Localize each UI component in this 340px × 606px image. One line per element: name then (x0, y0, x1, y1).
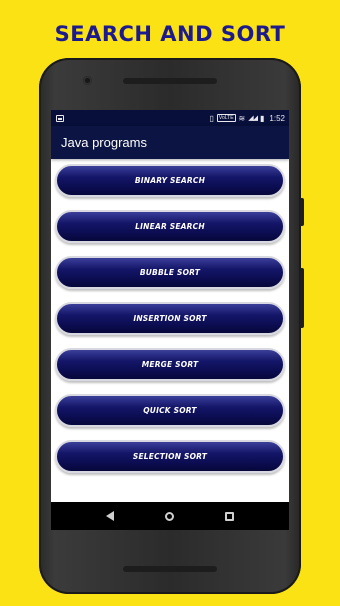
device-screen: ▯ VoLTE ≋ ◢◢ ▮ 1:52 Java programs BINARY… (51, 110, 289, 530)
status-bar: ▯ VoLTE ≋ ◢◢ ▮ 1:52 (51, 110, 289, 126)
bubble-sort-button[interactable]: BUBBLE SORT (55, 256, 285, 289)
volume-button (300, 268, 304, 328)
back-icon[interactable] (106, 511, 115, 521)
insertion-sort-button[interactable]: INSERTION SORT (55, 302, 285, 335)
program-list: BINARY SEARCH LINEAR SEARCH BUBBLE SORT … (51, 159, 289, 473)
status-time: 1:52 (269, 113, 285, 123)
recent-apps-icon[interactable] (224, 511, 234, 521)
phone-frame: ▯ VoLTE ≋ ◢◢ ▮ 1:52 Java programs BINARY… (39, 58, 304, 594)
linear-search-button[interactable]: LINEAR SEARCH (55, 210, 285, 243)
quick-sort-button[interactable]: QUICK SORT (55, 394, 285, 427)
vibrate-icon: ▯ (209, 113, 214, 123)
app-bar: Java programs (51, 126, 289, 159)
battery-icon: ▮ (260, 113, 265, 123)
network-badge: VoLTE (216, 114, 236, 122)
power-button (300, 198, 304, 226)
app-title: Java programs (61, 135, 147, 150)
merge-sort-button[interactable]: MERGE SORT (55, 348, 285, 381)
bottom-speaker (123, 566, 217, 572)
promo-canvas: SEARCH AND SORT ▯ VoLTE ≋ ◢◢ ▮ 1:52 Java… (0, 0, 340, 606)
front-camera-icon (83, 76, 92, 85)
image-notification-icon (56, 114, 64, 122)
binary-search-button[interactable]: BINARY SEARCH (55, 164, 285, 197)
wifi-icon: ≋ (238, 113, 246, 123)
navigation-bar (51, 502, 289, 530)
signal-icon: ◢◢ (248, 115, 258, 122)
earpiece-speaker (123, 78, 217, 84)
home-icon[interactable] (164, 511, 174, 521)
promo-headline: SEARCH AND SORT (54, 22, 286, 46)
selection-sort-button[interactable]: SELECTION SORT (55, 440, 285, 473)
